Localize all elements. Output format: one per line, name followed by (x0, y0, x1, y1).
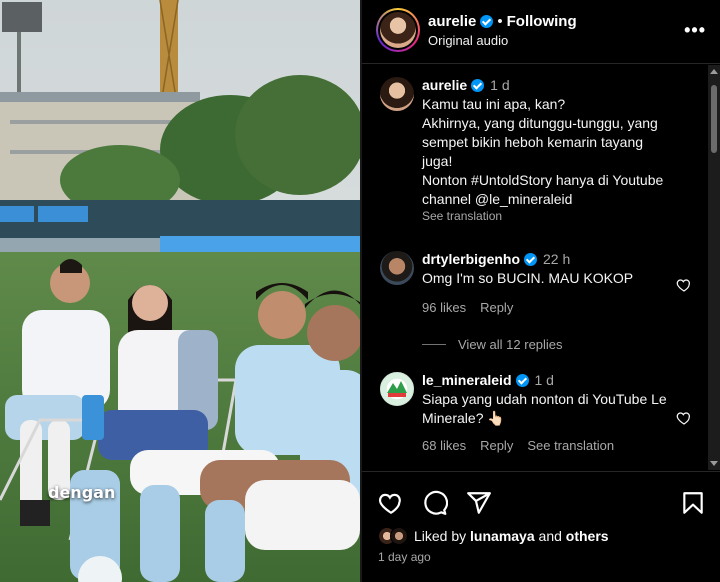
verified-icon (515, 373, 529, 387)
comment-heart-icon[interactable] (676, 277, 692, 293)
comment-like-count[interactable]: 68 likes (422, 438, 466, 453)
header-separator: • (497, 13, 503, 30)
video-caption-overlay: dengan (48, 483, 116, 502)
post-header: aurelie • Following Original audio ••• (362, 0, 720, 64)
verified-icon (480, 15, 494, 28)
post-age: 1 day ago (378, 550, 431, 564)
verified-icon (524, 252, 538, 266)
comment-time: 22 h (543, 251, 571, 267)
commenter-username[interactable]: drtylerbigenho (422, 251, 520, 267)
liked-by-row[interactable]: Liked by lunamaya and others (378, 527, 609, 545)
comments-list[interactable]: aurelie 1 d Kamu tau ini apa, kan? Akhir… (362, 65, 720, 470)
following-button[interactable]: Following (507, 13, 577, 30)
comment-heart-icon[interactable] (676, 410, 692, 426)
caption-text: Kamu tau ini apa, kan? Akhirnya, yang di… (422, 96, 664, 207)
commenter-username[interactable]: le_mineraleid (422, 372, 512, 388)
comment-like-count[interactable]: 96 likes (422, 300, 466, 315)
comment-text: Siapa yang udah nonton di YouTube Le Min… (422, 391, 667, 426)
verified-icon (471, 78, 485, 92)
more-icon[interactable]: ••• (684, 20, 706, 41)
replies-line (422, 344, 446, 345)
caption-time: 1 d (490, 77, 510, 93)
reply-button[interactable]: Reply (480, 300, 513, 315)
see-translation-link[interactable]: See translation (527, 438, 614, 453)
reply-button[interactable]: Reply (480, 438, 513, 453)
scroll-thumb[interactable] (711, 85, 717, 153)
liked-by-and: and (538, 528, 562, 544)
scroll-up-arrow[interactable] (710, 69, 718, 74)
caption-username[interactable]: aurelie (422, 77, 467, 93)
author-avatar[interactable] (376, 8, 420, 52)
post-actions: Liked by lunamaya and others 1 day ago (362, 471, 720, 582)
comment-icon[interactable] (422, 490, 448, 516)
liked-by-others[interactable]: others (566, 528, 609, 544)
le-minerale-logo-icon (387, 381, 407, 397)
comment-time: 1 d (534, 372, 554, 388)
liked-by-prefix: Liked by (414, 528, 467, 544)
caption-avatar[interactable] (380, 77, 414, 111)
comments-scrollbar[interactable] (708, 65, 720, 470)
commenter-avatar[interactable] (380, 251, 414, 285)
comment-text: Omg I'm so BUCIN. MAU KOKOP (422, 270, 634, 286)
view-replies-label: View all 12 replies (458, 337, 563, 352)
author-username[interactable]: aurelie (428, 13, 476, 30)
view-replies-button[interactable]: View all 12 replies (422, 337, 563, 352)
liker-avatar (390, 527, 408, 545)
post-detail-panel: aurelie • Following Original audio ••• a… (362, 0, 720, 582)
share-icon[interactable] (466, 490, 492, 516)
heart-icon[interactable] (378, 490, 404, 516)
post-video[interactable]: dengan (0, 0, 360, 582)
liked-by-user[interactable]: lunamaya (470, 528, 535, 544)
scroll-down-arrow[interactable] (710, 461, 718, 466)
see-translation-link[interactable]: See translation (422, 209, 677, 223)
bookmark-icon[interactable] (680, 490, 706, 516)
audio-label[interactable]: Original audio (428, 33, 508, 48)
